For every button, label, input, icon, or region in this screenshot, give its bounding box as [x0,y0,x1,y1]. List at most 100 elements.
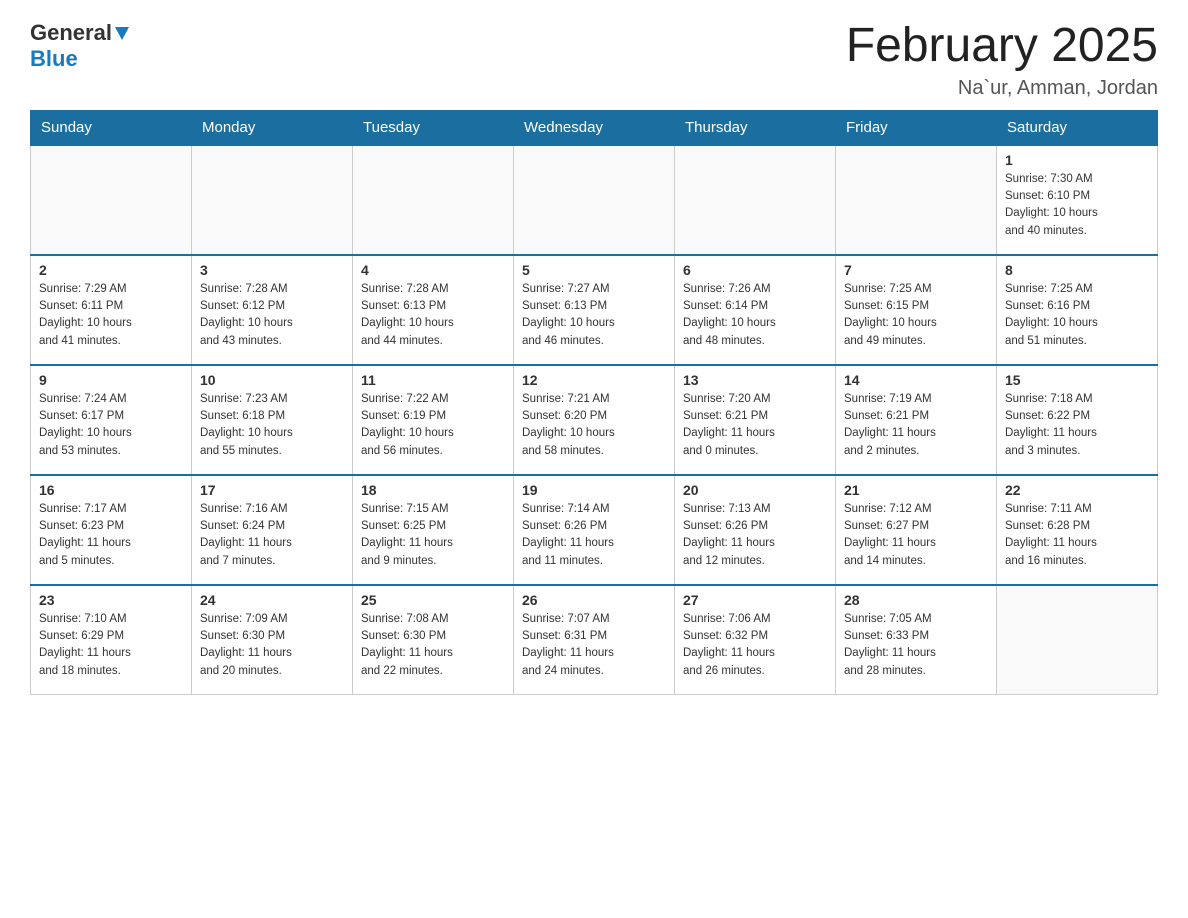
logo-general-text: General [30,20,112,45]
page-header: General Blue February 2025 Na`ur, Amman,… [30,20,1158,100]
day-info: Sunrise: 7:18 AM Sunset: 6:22 PM Dayligh… [1005,391,1149,460]
calendar-cell: 24Sunrise: 7:09 AM Sunset: 6:30 PM Dayli… [192,585,353,695]
day-info: Sunrise: 7:05 AM Sunset: 6:33 PM Dayligh… [844,611,988,680]
day-number: 11 [361,372,505,388]
calendar-cell [31,145,192,255]
weekday-header-friday: Friday [836,110,997,145]
weekday-header-saturday: Saturday [997,110,1158,145]
day-info: Sunrise: 7:10 AM Sunset: 6:29 PM Dayligh… [39,611,183,680]
day-info: Sunrise: 7:28 AM Sunset: 6:12 PM Dayligh… [200,281,344,350]
calendar-cell: 5Sunrise: 7:27 AM Sunset: 6:13 PM Daylig… [514,255,675,365]
week-row-4: 16 Sunrise: 7:17 AM Sunset: 6:23 PM Dayli… [31,475,1158,585]
weekday-header-row: SundayMondayTuesdayWednesdayThursdayFrid… [31,110,1158,145]
calendar-cell: 28 Sunrise: 7:05 AM Sunset: 6:33 PM Dayli… [836,585,997,695]
weekday-header-tuesday: Tuesday [353,110,514,145]
day-info: Sunrise: 7:30 AM Sunset: 6:10 PM Dayligh… [1005,171,1149,240]
calendar-cell: 17Sunrise: 7:16 AM Sunset: 6:24 PM Dayli… [192,475,353,585]
day-info: Sunrise: 7:19 AM Sunset: 6:21 PM Dayligh… [844,391,988,460]
day-number: 22 [1005,482,1149,498]
week-row-3: 9 Sunrise: 7:24 AM Sunset: 6:17 PM Daylig… [31,365,1158,475]
day-info: Sunrise: 7:08 AM Sunset: 6:30 PM Dayligh… [361,611,505,680]
day-number: 7 [844,262,988,278]
day-info: Sunrise: 7:29 AM Sunset: 6:11 PM Dayligh… [39,281,183,350]
day-number: 3 [200,262,344,278]
day-info: Sunrise: 7:25 AM Sunset: 6:15 PM Dayligh… [844,281,988,350]
calendar-cell: 6Sunrise: 7:26 AM Sunset: 6:14 PM Daylig… [675,255,836,365]
day-info: Sunrise: 7:14 AM Sunset: 6:26 PM Dayligh… [522,501,666,570]
calendar-cell [997,585,1158,695]
week-row-2: 2 Sunrise: 7:29 AM Sunset: 6:11 PM Daylig… [31,255,1158,365]
calendar-cell: 14 Sunrise: 7:19 AM Sunset: 6:21 PM Dayli… [836,365,997,475]
calendar-cell: 9 Sunrise: 7:24 AM Sunset: 6:17 PM Daylig… [31,365,192,475]
calendar-cell: 1 Sunrise: 7:30 AM Sunset: 6:10 PM Daylig… [997,145,1158,255]
day-info: Sunrise: 7:17 AM Sunset: 6:23 PM Dayligh… [39,501,183,570]
day-number: 24 [200,592,344,608]
weekday-header-monday: Monday [192,110,353,145]
day-number: 12 [522,372,666,388]
calendar-cell: 11Sunrise: 7:22 AM Sunset: 6:19 PM Dayli… [353,365,514,475]
day-info: Sunrise: 7:20 AM Sunset: 6:21 PM Dayligh… [683,391,827,460]
day-number: 19 [522,482,666,498]
calendar-cell: 22 Sunrise: 7:11 AM Sunset: 6:28 PM Dayli… [997,475,1158,585]
day-number: 8 [1005,262,1149,278]
day-info: Sunrise: 7:07 AM Sunset: 6:31 PM Dayligh… [522,611,666,680]
calendar-cell: 7 Sunrise: 7:25 AM Sunset: 6:15 PM Daylig… [836,255,997,365]
day-number: 26 [522,592,666,608]
calendar-cell: 25 Sunrise: 7:08 AM Sunset: 6:30 PM Dayli… [353,585,514,695]
day-number: 20 [683,482,827,498]
day-number: 14 [844,372,988,388]
day-info: Sunrise: 7:24 AM Sunset: 6:17 PM Dayligh… [39,391,183,460]
logo-triangle-icon [115,27,129,40]
calendar-cell [353,145,514,255]
day-info: Sunrise: 7:21 AM Sunset: 6:20 PM Dayligh… [522,391,666,460]
day-number: 27 [683,592,827,608]
day-number: 13 [683,372,827,388]
logo-blue-row: Blue [30,46,78,72]
day-info: Sunrise: 7:23 AM Sunset: 6:18 PM Dayligh… [200,391,344,460]
day-number: 28 [844,592,988,608]
day-number: 21 [844,482,988,498]
calendar-cell: 15 Sunrise: 7:18 AM Sunset: 6:22 PM Dayli… [997,365,1158,475]
day-number: 15 [1005,372,1149,388]
weekday-header-wednesday: Wednesday [514,110,675,145]
day-info: Sunrise: 7:12 AM Sunset: 6:27 PM Dayligh… [844,501,988,570]
day-info: Sunrise: 7:26 AM Sunset: 6:14 PM Dayligh… [683,281,827,350]
day-info: Sunrise: 7:27 AM Sunset: 6:13 PM Dayligh… [522,281,666,350]
day-number: 18 [361,482,505,498]
day-number: 1 [1005,152,1149,168]
day-info: Sunrise: 7:28 AM Sunset: 6:13 PM Dayligh… [361,281,505,350]
calendar-cell: 4 Sunrise: 7:28 AM Sunset: 6:13 PM Daylig… [353,255,514,365]
day-info: Sunrise: 7:11 AM Sunset: 6:28 PM Dayligh… [1005,501,1149,570]
day-info: Sunrise: 7:25 AM Sunset: 6:16 PM Dayligh… [1005,281,1149,350]
week-row-5: 23 Sunrise: 7:10 AM Sunset: 6:29 PM Dayli… [31,585,1158,695]
weekday-header-thursday: Thursday [675,110,836,145]
calendar-cell [675,145,836,255]
calendar-cell: 23 Sunrise: 7:10 AM Sunset: 6:29 PM Dayli… [31,585,192,695]
day-number: 23 [39,592,183,608]
calendar-cell: 13 Sunrise: 7:20 AM Sunset: 6:21 PM Dayli… [675,365,836,475]
day-number: 4 [361,262,505,278]
calendar-table: SundayMondayTuesdayWednesdayThursdayFrid… [30,110,1158,696]
calendar-cell: 20 Sunrise: 7:13 AM Sunset: 6:26 PM Dayli… [675,475,836,585]
calendar-cell [192,145,353,255]
logo-general-row: General [30,20,129,46]
calendar-cell: 2 Sunrise: 7:29 AM Sunset: 6:11 PM Daylig… [31,255,192,365]
calendar-cell: 21 Sunrise: 7:12 AM Sunset: 6:27 PM Dayli… [836,475,997,585]
calendar-cell: 19 Sunrise: 7:14 AM Sunset: 6:26 PM Dayli… [514,475,675,585]
calendar-cell: 27Sunrise: 7:06 AM Sunset: 6:32 PM Dayli… [675,585,836,695]
calendar-cell [514,145,675,255]
logo-blue-text: Blue [30,46,78,71]
location-title: Na`ur, Amman, Jordan [846,77,1158,100]
month-title: February 2025 [846,20,1158,73]
calendar-cell: 16 Sunrise: 7:17 AM Sunset: 6:23 PM Dayli… [31,475,192,585]
day-number: 25 [361,592,505,608]
calendar-cell: 8 Sunrise: 7:25 AM Sunset: 6:16 PM Daylig… [997,255,1158,365]
day-number: 16 [39,482,183,498]
day-info: Sunrise: 7:13 AM Sunset: 6:26 PM Dayligh… [683,501,827,570]
day-info: Sunrise: 7:16 AM Sunset: 6:24 PM Dayligh… [200,501,344,570]
day-number: 10 [200,372,344,388]
day-number: 9 [39,372,183,388]
calendar-cell: 10 Sunrise: 7:23 AM Sunset: 6:18 PM Dayli… [192,365,353,475]
day-number: 2 [39,262,183,278]
day-info: Sunrise: 7:15 AM Sunset: 6:25 PM Dayligh… [361,501,505,570]
